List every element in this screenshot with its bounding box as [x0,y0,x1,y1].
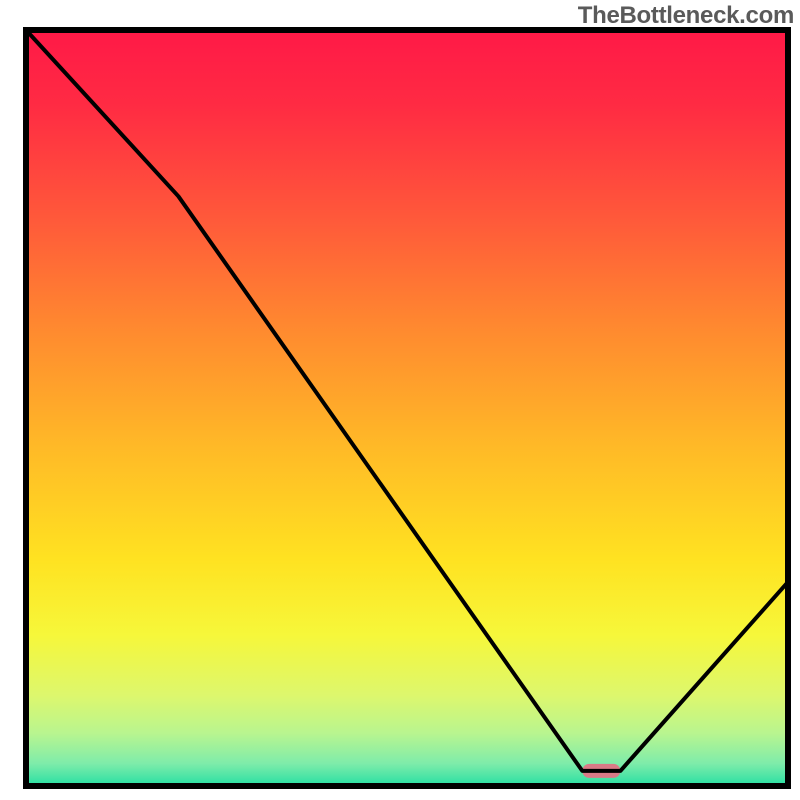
gradient-background [26,30,788,786]
plot-area [26,30,788,786]
chart-container: TheBottleneck.com [0,0,800,800]
bottleneck-chart [0,0,800,800]
watermark-text: TheBottleneck.com [578,2,794,30]
